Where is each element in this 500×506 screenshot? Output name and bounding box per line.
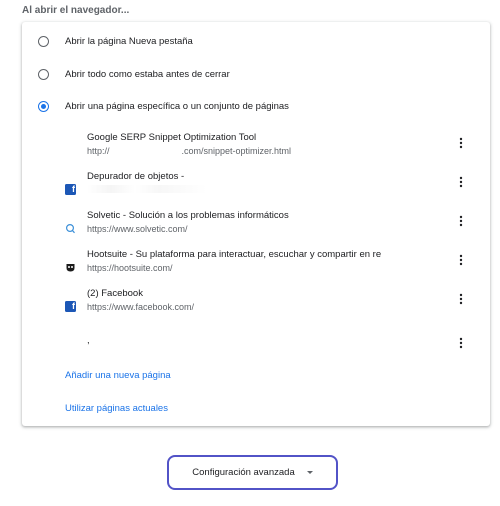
more-actions-icon[interactable] — [454, 174, 468, 190]
hootsuite-icon — [65, 262, 76, 273]
startup-page-item: f Depurador de objetos - — [60, 171, 478, 201]
chevron-down-icon — [306, 471, 313, 474]
obscured-url — [87, 185, 207, 193]
option-new-tab-label: Abrir la página Nueva pestaña — [65, 35, 193, 47]
page-title: Solvetic - Solución a los problemas info… — [87, 210, 289, 221]
option-continue-label: Abrir todo como estaba antes de cerrar — [65, 68, 230, 80]
page-title: Google SERP Snippet Optimization Tool — [87, 132, 257, 143]
facebook-icon: f — [65, 184, 76, 195]
add-page-link[interactable]: Añadir una nueva página — [65, 370, 171, 381]
page-url: https://www.facebook.com/ — [87, 302, 195, 312]
more-actions-icon[interactable] — [454, 335, 468, 351]
page-title: , — [87, 335, 90, 346]
page-title: Depurador de objetos - — [87, 171, 185, 182]
radio-new-tab[interactable] — [38, 35, 49, 47]
radio-continue[interactable] — [38, 68, 49, 80]
advanced-settings-label: Configuración avanzada — [192, 467, 295, 478]
startup-page-item: Solvetic - Solución a los problemas info… — [60, 210, 478, 240]
page-title: Hootsuite - Su plataforma para interactu… — [87, 249, 382, 260]
page-url: https://hootsuite.com/ — [87, 263, 173, 273]
section-title: Al abrir el navegador... — [22, 5, 130, 16]
advanced-settings-button[interactable]: Configuración avanzada — [167, 455, 338, 490]
startup-page-item: f (2) Facebook https://www.facebook.com/ — [60, 288, 478, 318]
startup-page-item: Hootsuite - Su plataforma para interactu… — [60, 249, 478, 279]
option-specific-pages-label: Abrir una página específica o un conjunt… — [65, 100, 289, 112]
more-actions-icon[interactable] — [454, 252, 468, 268]
startup-page-item: , — [60, 332, 478, 362]
facebook-icon: f — [65, 301, 76, 312]
solvetic-icon — [65, 223, 76, 234]
more-actions-icon[interactable] — [454, 291, 468, 307]
more-actions-icon[interactable] — [454, 213, 468, 229]
page-url: https://www.solvetic.com/ — [87, 224, 188, 234]
startup-settings-card: Abrir la página Nueva pestaña Abrir todo… — [22, 22, 490, 426]
option-specific-pages[interactable]: Abrir una página específica o un conjunt… — [38, 96, 289, 116]
use-current-pages-link[interactable]: Utilizar páginas actuales — [65, 403, 168, 414]
option-new-tab[interactable]: Abrir la página Nueva pestaña — [38, 31, 193, 51]
radio-specific-pages[interactable] — [38, 100, 49, 112]
startup-page-item: Google SERP Snippet Optimization Tool ht… — [60, 132, 478, 162]
more-actions-icon[interactable] — [454, 135, 468, 151]
page-title: (2) Facebook — [87, 288, 143, 299]
option-continue[interactable]: Abrir todo como estaba antes de cerrar — [38, 64, 230, 84]
page-url: http://.com/snippet-optimizer.html — [87, 146, 292, 156]
